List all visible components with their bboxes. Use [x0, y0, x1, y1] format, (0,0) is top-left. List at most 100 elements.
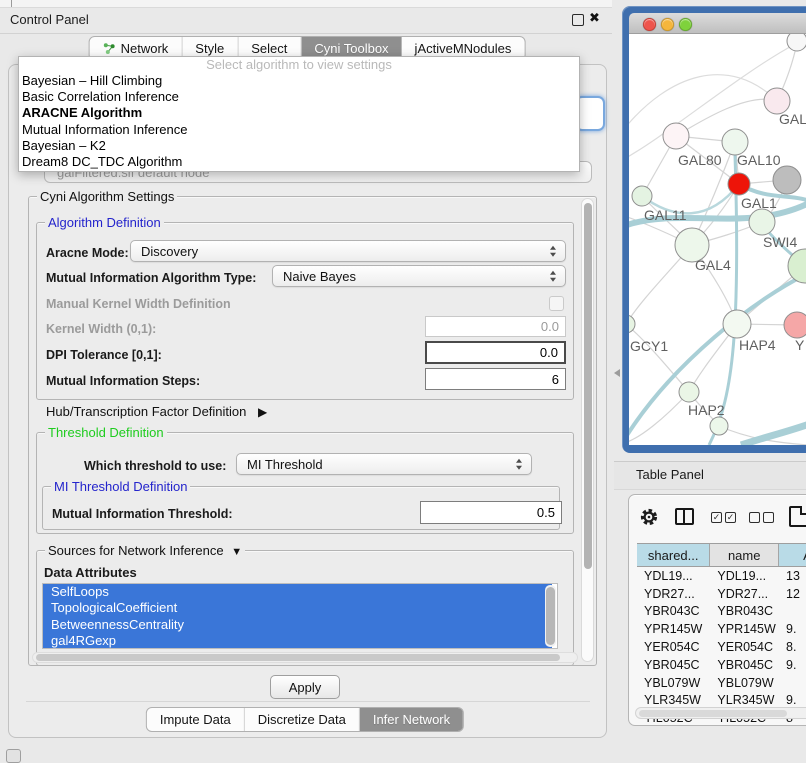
node-label: HAP4 [739, 337, 776, 353]
close-icon[interactable]: ✖ [589, 10, 600, 26]
algorithm-dropdown-popup: Select algorithm to view settings Bayesi… [18, 56, 580, 172]
dpi-tolerance-field[interactable]: 0.0 [425, 341, 566, 364]
network-node-y[interactable] [784, 312, 806, 338]
attribute-list-item[interactable]: TopologicalCoefficient [43, 600, 552, 616]
mi-type-combo[interactable]: Naive Bayes [272, 265, 566, 287]
column-header[interactable]: name [710, 544, 779, 566]
algorithm-option[interactable]: Bayesian – Hill Climbing [19, 73, 579, 89]
attribute-list-item[interactable]: SelfLoops [43, 584, 552, 600]
network-canvas[interactable]: GALGAL80GAL10GAL1GAL11SWI4GAL4GCY1HAP4YH… [629, 34, 806, 445]
kernel-width-value: 0.0 [541, 319, 559, 334]
splitter-collapse-icon[interactable] [614, 369, 620, 377]
algorithm-option[interactable]: Bayesian – K2 [19, 138, 579, 154]
panel-grip-icon[interactable] [6, 749, 21, 763]
table-cell: YDL19... [710, 569, 779, 583]
table-horizontal-scrollbar[interactable] [635, 707, 806, 719]
gear-icon[interactable] [639, 507, 659, 530]
attribute-list-item[interactable]: BetweennessCentrality [43, 617, 552, 633]
network-node-gcy1[interactable] [629, 315, 635, 333]
minimize-traffic-light[interactable] [661, 18, 674, 31]
table-row[interactable]: YBR043CYBR043C [637, 603, 806, 621]
resize-tick [11, 0, 12, 7]
apply-label: Apply [289, 680, 322, 695]
data-attributes-list[interactable]: SelfLoopsTopologicalCoefficientBetweenne… [42, 583, 558, 649]
data-attributes-label: Data Attributes [44, 565, 137, 580]
column-header[interactable]: A [779, 544, 806, 566]
list-vertical-scrollbar[interactable] [545, 585, 556, 647]
node-label: GAL11 [644, 207, 687, 223]
table-row[interactable]: YDR27...YDR27...12 [637, 585, 806, 603]
table-cell: 9. [779, 658, 806, 672]
close-traffic-light[interactable] [643, 18, 656, 31]
hub-definition-disclosure[interactable]: Hub/Transcription Factor Definition ▶ [46, 404, 267, 419]
float-panel-icon[interactable] [572, 14, 584, 26]
table-cell: YER054C [637, 640, 710, 654]
deselect-all-checkbox-icon[interactable] [763, 512, 774, 523]
control-panel-header: Control Panel ✖ [0, 8, 612, 34]
manual-kernel-checkbox[interactable] [549, 296, 564, 311]
which-threshold-combo[interactable]: MI Threshold [236, 453, 532, 475]
table-row[interactable]: YER054CYER054C8. [637, 638, 806, 656]
split-columns-icon[interactable] [675, 508, 694, 525]
aracne-mode-combo[interactable]: Discovery [130, 240, 566, 262]
network-node-gal1[interactable] [728, 173, 750, 195]
bottom-tab-impute-data[interactable]: Impute Data [147, 708, 245, 731]
algorithm-option[interactable]: Mutual Information Inference [19, 122, 579, 138]
algorithm-option[interactable]: Basic Correlation Inference [19, 89, 579, 105]
table-cell: 13 [779, 569, 806, 583]
network-node-hap2[interactable] [679, 382, 699, 402]
network-node[interactable] [710, 417, 728, 435]
node-label: GAL [779, 111, 806, 127]
threshold-definition-title: Threshold Definition [45, 425, 167, 440]
table-window: ✓ ✓ shared...nameA YDL19...YDL19...13YDR… [628, 494, 806, 726]
select-all-checkbox-icon[interactable]: ✓ [725, 512, 736, 523]
table-cell: YER054C [710, 640, 779, 654]
deselect-all-checkbox-icon[interactable] [749, 512, 760, 523]
table-row[interactable]: YBL079WYBL079W [637, 674, 806, 692]
network-node[interactable] [773, 166, 801, 194]
mi-threshold-value: 0.5 [537, 505, 555, 520]
table-toolbar: ✓ ✓ [629, 503, 806, 533]
settings-vertical-scrollbar[interactable] [581, 198, 594, 662]
tab-label: jActiveMNodules [415, 41, 512, 56]
hub-definition-label: Hub/Transcription Factor Definition [46, 404, 246, 419]
dpi-tolerance-value: 0.0 [540, 345, 558, 360]
zoom-traffic-light[interactable] [679, 18, 692, 31]
table-cell: YLR345W [710, 693, 779, 707]
algorithm-option[interactable]: Dream8 DC_TDC Algorithm [19, 154, 579, 170]
select-all-checkbox-icon[interactable]: ✓ [711, 512, 722, 523]
kernel-width-field[interactable]: 0.0 [425, 316, 566, 337]
node-label: GAL80 [678, 152, 722, 168]
bottom-tab-infer-network[interactable]: Infer Network [360, 708, 463, 731]
window-top-strip [0, 0, 612, 8]
apply-button[interactable]: Apply [270, 675, 340, 699]
algorithm-definition-title: Algorithm Definition [45, 215, 164, 230]
sources-group-title[interactable]: Sources for Network Inference ▼ [45, 543, 245, 558]
settings-horizontal-scrollbar[interactable] [32, 652, 578, 663]
dropdown-items: Bayesian – Hill ClimbingBasic Correlatio… [19, 73, 579, 170]
table-cell: YBR043C [637, 604, 710, 618]
aracne-mode-label: Aracne Mode: [46, 246, 129, 260]
mi-steps-field[interactable]: 6 [425, 368, 566, 390]
tab-label: Infer Network [373, 712, 450, 727]
network-node-gal80[interactable] [663, 123, 689, 149]
network-node-swi4[interactable] [749, 209, 775, 235]
table-row[interactable]: YDL19...YDL19...13 [637, 567, 806, 585]
network-node-gal11[interactable] [632, 186, 652, 206]
sources-title-label: Sources for Network Inference [48, 543, 224, 558]
attribute-list-item[interactable]: gal4RGexp [43, 633, 552, 649]
bottom-tab-discretize-data[interactable]: Discretize Data [245, 708, 360, 731]
table-cell: 9. [779, 622, 806, 636]
panel-title: Control Panel [10, 12, 89, 27]
table-cell: YBL079W [637, 676, 710, 690]
network-node-hap4[interactable] [723, 310, 751, 338]
export-table-icon[interactable] [789, 506, 806, 527]
table-row[interactable]: YPR145WYPR145W9. [637, 620, 806, 638]
algorithm-option[interactable]: ARACNE Algorithm [19, 105, 579, 121]
mi-threshold-field[interactable]: 0.5 [420, 501, 562, 524]
network-node[interactable] [787, 34, 806, 51]
column-header[interactable]: shared... [637, 544, 710, 566]
which-threshold-value: MI Threshold [247, 457, 323, 472]
network-window-titlebar[interactable] [629, 13, 806, 34]
table-row[interactable]: YBR045CYBR045C9. [637, 656, 806, 674]
